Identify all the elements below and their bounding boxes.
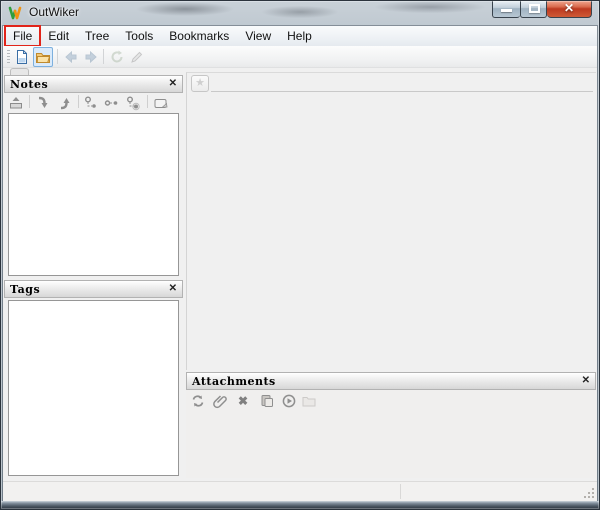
right-column: ★ Attachments ✕ ✖ <box>186 68 597 481</box>
minimize-icon <box>501 9 512 12</box>
attachments-close-icon[interactable]: ✕ <box>582 376 590 386</box>
tab-row-divider <box>211 91 593 92</box>
toolbar-separator <box>147 95 148 108</box>
forward-icon <box>85 50 97 64</box>
attach-file-icon <box>213 394 227 408</box>
resize-grip[interactable] <box>583 487 596 500</box>
refresh-attachments-button[interactable] <box>189 392 207 409</box>
rename-page-icon <box>154 98 168 108</box>
back-icon <box>65 50 77 64</box>
window-controls: ✕ <box>492 0 592 18</box>
window-title: OutWiker <box>29 5 80 19</box>
move-page-down-icon <box>38 96 48 108</box>
open-attachments-folder-button[interactable] <box>300 392 318 409</box>
window-frame-bottom <box>0 501 600 510</box>
tags-panel: Tags ✕ <box>4 280 183 478</box>
toolbar-separator <box>78 95 79 108</box>
main-toolbar <box>3 46 597 68</box>
forward-button[interactable] <box>81 47 101 67</box>
maximize-button[interactable] <box>520 0 547 18</box>
new-page-button[interactable] <box>12 47 32 67</box>
bookmark-button[interactable]: ★ <box>191 75 209 92</box>
execute-attachment-button[interactable] <box>280 392 298 409</box>
attachments-list-view[interactable] <box>186 411 596 478</box>
delete-attachment-icon: ✖ <box>237 393 249 408</box>
notes-caption[interactable]: Notes ✕ <box>4 75 183 93</box>
attachments-title: Attachments <box>192 374 276 388</box>
rename-page-button[interactable] <box>152 94 170 111</box>
left-column: Notes ✕ Tags ✕ <box>3 68 183 481</box>
notes-toolbar <box>4 93 183 112</box>
back-button[interactable] <box>61 47 81 67</box>
notes-close-icon[interactable]: ✕ <box>169 79 177 89</box>
close-icon: ✕ <box>563 1 575 15</box>
open-tree-icon <box>36 53 51 63</box>
notes-title: Notes <box>10 77 49 91</box>
execute-attachment-icon <box>282 394 296 407</box>
paste-attachment-icon <box>261 394 273 407</box>
collapse-tree-button[interactable] <box>82 94 100 111</box>
delete-attachment-button[interactable]: ✖ <box>234 392 252 409</box>
new-page-icon <box>17 50 27 64</box>
goto-parent-page-icon <box>10 96 22 108</box>
menu-tree[interactable]: Tree <box>77 26 117 46</box>
tags-close-icon[interactable]: ✕ <box>169 284 177 294</box>
expand-tree-button[interactable] <box>124 94 142 111</box>
maximize-icon <box>529 4 540 13</box>
toolbar-separator <box>57 49 58 64</box>
outwiker-window: OutWiker ✕ File Edit Tree Tools Bookmark… <box>0 0 600 510</box>
close-button[interactable]: ✕ <box>547 0 592 18</box>
page-view-pane: ★ <box>186 72 596 370</box>
tree-splitter[interactable] <box>183 68 186 481</box>
status-separator <box>400 484 401 499</box>
refresh-attachments-icon <box>192 394 204 407</box>
title-bar[interactable]: OutWiker ✕ <box>0 0 600 26</box>
reload-icon <box>111 50 123 63</box>
open-attachments-folder-icon <box>302 396 316 406</box>
menu-edit[interactable]: Edit <box>40 26 77 46</box>
open-tree-button[interactable] <box>33 47 53 67</box>
move-page-up-icon <box>60 97 70 109</box>
move-page-down-button[interactable] <box>34 94 52 111</box>
outwiker-app-icon[interactable] <box>8 5 24 21</box>
menu-bar: File Edit Tree Tools Bookmarks View Help <box>3 25 597 47</box>
notes-panel: Notes ✕ <box>4 75 183 278</box>
tags-list-view[interactable] <box>8 300 179 476</box>
tags-title: Tags <box>10 282 41 296</box>
menu-tools[interactable]: Tools <box>117 26 161 46</box>
paste-attachment-button[interactable] <box>258 392 276 409</box>
menu-help[interactable]: Help <box>279 26 320 46</box>
goto-parent-page-button[interactable] <box>7 94 25 111</box>
collapse-tree-icon <box>85 96 96 108</box>
bookmark-star-icon: ★ <box>195 77 205 89</box>
status-bar <box>3 481 597 501</box>
attachments-panel: Attachments ✕ ✖ <box>186 372 596 478</box>
client-area: File Edit Tree Tools Bookmarks View Help <box>3 25 597 501</box>
expand-siblings-button[interactable] <box>103 94 121 111</box>
toolbar-grip[interactable] <box>7 50 10 64</box>
menu-view[interactable]: View <box>237 26 279 46</box>
notes-tree-view[interactable] <box>8 113 179 276</box>
expand-tree-icon <box>127 96 140 110</box>
move-page-up-button[interactable] <box>56 94 74 111</box>
attach-file-button[interactable] <box>212 392 230 409</box>
minimize-button[interactable] <box>492 0 520 18</box>
menu-bookmarks[interactable]: Bookmarks <box>161 26 237 46</box>
attachments-caption[interactable]: Attachments ✕ <box>186 372 596 390</box>
edit-button[interactable] <box>127 47 147 67</box>
toolbar-separator <box>29 95 30 108</box>
menu-file[interactable]: File <box>3 25 42 47</box>
toolbar-separator <box>103 49 104 64</box>
edit-icon <box>131 51 143 63</box>
attachments-toolbar: ✖ <box>186 390 596 411</box>
workspace: Notes ✕ Tags ✕ ★ Attachments ✕ ✖ <box>3 68 597 481</box>
expand-siblings-icon <box>104 99 118 106</box>
reload-button[interactable] <box>107 47 127 67</box>
tags-caption[interactable]: Tags ✕ <box>4 280 183 298</box>
